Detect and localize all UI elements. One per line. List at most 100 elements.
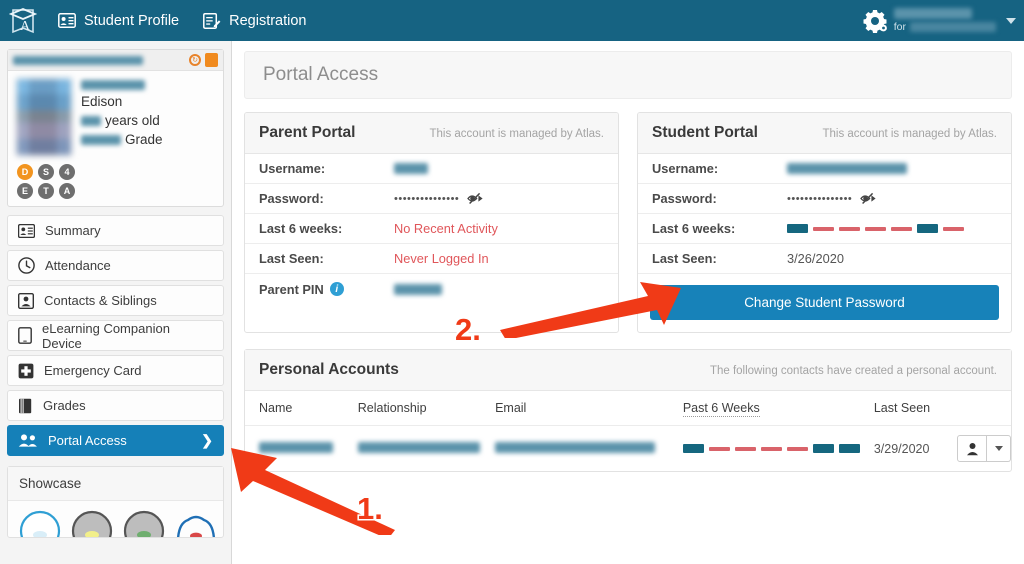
orange-flag-icon[interactable] xyxy=(205,53,218,67)
sidebar-item-contacts-siblings-label: Contacts & Siblings xyxy=(44,293,157,308)
cell-relationship xyxy=(344,426,481,472)
chevron-down-icon[interactable] xyxy=(987,435,1011,462)
activity-mark-on xyxy=(812,444,834,453)
activity-mark-off xyxy=(786,446,808,451)
student-photo xyxy=(16,78,72,156)
badge-s[interactable]: S xyxy=(38,164,54,180)
sidebar-item-summary[interactable]: Summary xyxy=(7,215,224,246)
student-username-row: Username: xyxy=(638,154,1011,184)
student-username-label: Username: xyxy=(652,161,719,176)
column-header-email[interactable]: Email xyxy=(481,391,669,426)
student-age-label: years old xyxy=(105,113,160,128)
student-lastseen-row: Last Seen: 3/26/2020 xyxy=(638,244,1011,274)
cell-past-6-weeks xyxy=(669,426,860,472)
nav-item-registration[interactable]: Registration xyxy=(191,0,318,41)
activity-mark-off xyxy=(943,226,964,231)
sidebar-item-emergency-card[interactable]: Emergency Card xyxy=(7,355,224,386)
student-badges: D S 4 E T A xyxy=(8,160,223,206)
student-grade-label: Grade xyxy=(125,132,163,147)
sidebar-item-contacts-siblings[interactable]: Contacts & Siblings xyxy=(7,285,224,316)
eye-slash-icon[interactable] xyxy=(860,192,877,205)
cell-actions xyxy=(943,426,1011,472)
student-last6weeks-row: Last 6 weeks: xyxy=(638,214,1011,244)
parent-password-label: Password: xyxy=(259,191,324,206)
gauge-red-icon[interactable] xyxy=(174,509,218,537)
student-username-value-redacted xyxy=(787,163,907,174)
person-icon[interactable] xyxy=(957,435,987,462)
gear-icon[interactable] xyxy=(862,8,888,34)
gauge-yellow-icon[interactable] xyxy=(70,509,114,537)
showcase-gauges xyxy=(8,501,223,537)
badge-4[interactable]: 4 xyxy=(59,164,75,180)
sidebar-item-attendance[interactable]: Attendance xyxy=(7,250,224,281)
parent-password-value: ••••••••••••••• xyxy=(394,192,460,205)
activity-mark-off xyxy=(865,226,886,231)
gauge-green-icon[interactable] xyxy=(122,509,166,537)
column-header-last-seen[interactable]: Last Seen xyxy=(859,391,943,426)
student-password-value: ••••••••••••••• xyxy=(787,192,853,205)
parent-password-row: Password: ••••••••••••••• xyxy=(245,184,618,214)
activity-mark-on xyxy=(838,444,860,453)
people-icon xyxy=(18,433,38,448)
activity-mark-off xyxy=(891,226,912,231)
student-lastseen-label: Last Seen: xyxy=(652,251,717,266)
profile-header-name-redacted xyxy=(13,55,143,65)
sidebar-item-grades-label: Grades xyxy=(43,398,86,413)
parent-username-value-redacted xyxy=(394,163,428,174)
refresh-clock-icon[interactable]: ↻ xyxy=(189,54,201,66)
main-content: Portal Access Parent Portal This account… xyxy=(232,41,1024,564)
parent-pin-value-redacted xyxy=(394,283,442,295)
tablet-icon xyxy=(18,327,32,344)
form-edit-icon xyxy=(203,12,221,29)
student-first-name-redacted xyxy=(81,80,145,90)
badge-a[interactable]: A xyxy=(59,183,75,199)
parent-last6weeks-value: No Recent Activity xyxy=(394,221,498,236)
relationship-value-redacted xyxy=(357,441,480,453)
page-title: Portal Access xyxy=(244,51,1012,99)
column-header-name[interactable]: Name xyxy=(245,391,344,426)
parent-portal-title: Parent Portal xyxy=(259,124,356,141)
medical-cross-icon xyxy=(18,363,34,379)
info-icon[interactable]: i xyxy=(329,282,344,296)
nav-item-student-profile[interactable]: Student Profile xyxy=(46,0,191,41)
sidebar-item-elearning-companion-device[interactable]: eLearning Companion Device xyxy=(7,320,224,351)
sidebar-item-grades[interactable]: Grades xyxy=(7,390,224,421)
table-header-row: Name Relationship Email Past 6 Weeks Las… xyxy=(245,391,1011,426)
profile-card-body: Edison years old Grade xyxy=(8,71,223,160)
user-menu[interactable]: for xyxy=(862,0,1024,41)
badge-t[interactable]: T xyxy=(38,183,54,199)
parent-pin-row: Parent PIN i xyxy=(245,274,618,304)
sidebar-item-attendance-label: Attendance xyxy=(45,258,111,273)
column-header-actions xyxy=(943,391,1011,426)
personal-accounts-panel: Personal Accounts The following contacts… xyxy=(244,349,1012,472)
sidebar-item-portal-access[interactable]: Portal Access ❯ xyxy=(7,425,224,456)
badge-d[interactable]: D xyxy=(17,164,33,180)
table-row[interactable]: 3/29/2020 xyxy=(245,426,1011,472)
gauge-blue-icon[interactable] xyxy=(18,509,62,537)
student-profile-card: ↻ Edison years old Grade D S 4 E T A xyxy=(7,49,224,207)
cell-name xyxy=(245,426,344,472)
parent-portal-subtitle: This account is managed by Atlas. xyxy=(429,128,604,140)
chevron-down-icon[interactable] xyxy=(1006,17,1016,24)
parent-last6weeks-label: Last 6 weeks: xyxy=(259,221,343,236)
column-header-past-6-weeks[interactable]: Past 6 Weeks xyxy=(668,391,860,426)
parent-portal-header: Parent Portal This account is managed by… xyxy=(245,113,618,154)
parent-lastseen-value: Never Logged In xyxy=(394,251,489,266)
student-password-row: Password: ••••••••••••••• xyxy=(638,184,1011,214)
graduation-cap-logo[interactable]: A xyxy=(0,6,46,36)
activity-mark-off xyxy=(760,446,782,451)
student-last6weeks-label: Last 6 weeks: xyxy=(652,221,736,236)
showcase-title: Showcase xyxy=(8,467,223,501)
showcase-panel: Showcase xyxy=(7,466,224,538)
svg-text:A: A xyxy=(20,19,31,34)
column-header-relationship[interactable]: Relationship xyxy=(343,391,482,426)
cell-last-seen: 3/29/2020 xyxy=(873,441,930,456)
person-card-icon xyxy=(18,292,34,309)
student-password-label: Password: xyxy=(652,191,717,206)
book-icon xyxy=(18,398,33,414)
change-student-password-button[interactable]: Change Student Password xyxy=(650,285,999,320)
eye-slash-icon[interactable] xyxy=(467,192,484,205)
badge-e[interactable]: E xyxy=(17,183,33,199)
user-for-label: for xyxy=(893,21,906,33)
personal-accounts-subtitle: The following contacts have created a pe… xyxy=(709,365,997,377)
